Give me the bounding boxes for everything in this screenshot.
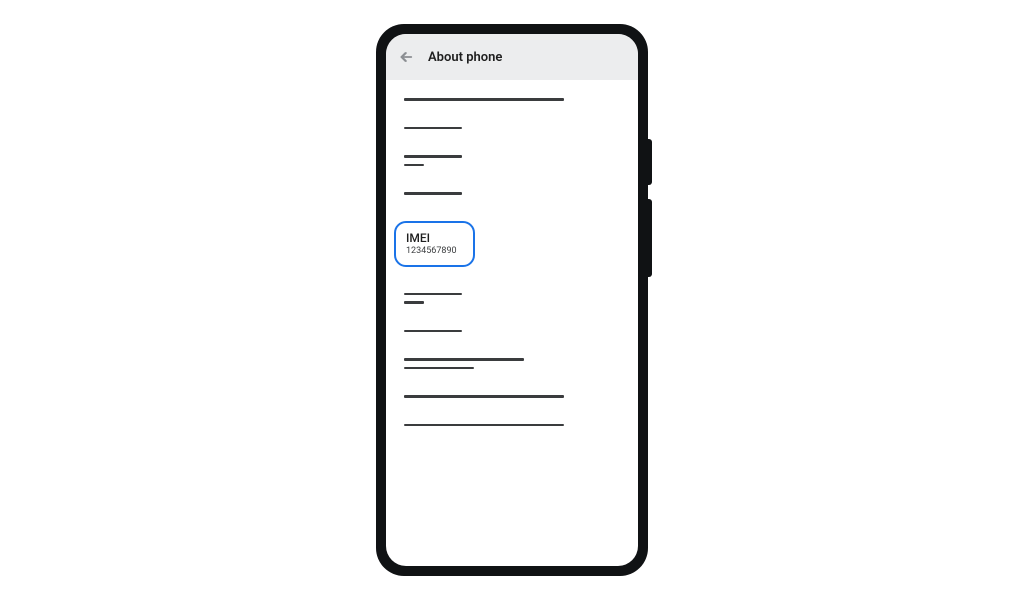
page-title: About phone: [428, 50, 502, 65]
placeholder-line: [404, 127, 462, 130]
placeholder-line: [404, 164, 424, 167]
placeholder-line: [404, 367, 474, 370]
list-item[interactable]: [404, 424, 620, 427]
imei-value: 1234567890: [406, 246, 457, 257]
list-item[interactable]: [404, 127, 620, 130]
volume-button: [648, 199, 652, 277]
placeholder-line: [404, 293, 462, 296]
imei-item[interactable]: IMEI 1234567890: [394, 221, 475, 267]
list-item[interactable]: [404, 155, 620, 166]
list-item[interactable]: [404, 358, 620, 369]
power-button: [648, 139, 652, 185]
placeholder-line: [404, 424, 564, 427]
app-bar: About phone: [386, 34, 638, 80]
phone-frame: About phone IMEI 1234567890: [376, 24, 648, 576]
placeholder-line: [404, 330, 462, 333]
placeholder-line: [404, 98, 564, 101]
list-item[interactable]: [404, 192, 620, 195]
list-item[interactable]: [404, 330, 620, 333]
placeholder-line: [404, 301, 424, 304]
screen: About phone IMEI 1234567890: [386, 34, 638, 566]
placeholder-line: [404, 155, 462, 158]
list-item[interactable]: [404, 395, 620, 398]
placeholder-line: [404, 395, 564, 398]
placeholder-line: [404, 358, 524, 361]
back-arrow-icon[interactable]: [398, 49, 414, 65]
list-item[interactable]: [404, 98, 620, 101]
imei-label: IMEI: [406, 231, 457, 245]
settings-list: IMEI 1234567890: [386, 80, 638, 566]
placeholder-line: [404, 192, 462, 195]
list-item[interactable]: [404, 293, 620, 304]
